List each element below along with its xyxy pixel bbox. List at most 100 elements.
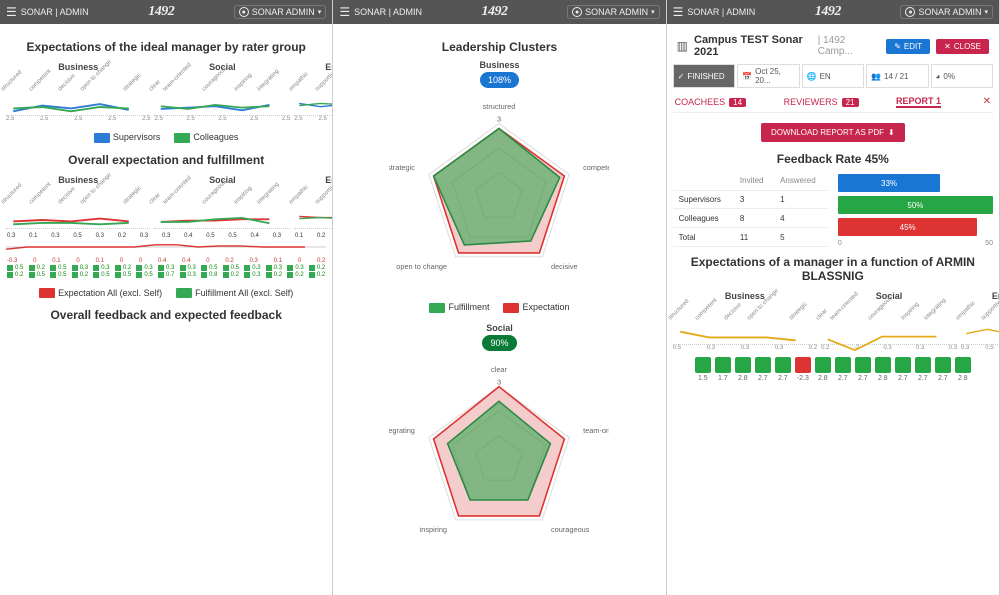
- svg-text:3: 3: [497, 114, 501, 123]
- progress-cell: ◕0%: [931, 64, 993, 88]
- user-menu[interactable]: ●SONAR ADMIN▾: [567, 5, 660, 19]
- svg-text:3: 3: [497, 377, 501, 386]
- pencil-icon: ✎: [894, 42, 901, 51]
- tabs: COACHEES14 REVIEWERS21 REPORT 1 ✕: [673, 92, 993, 113]
- user-icon: ●: [905, 7, 915, 17]
- user-label: SONAR ADMIN: [252, 7, 315, 17]
- left-section3-title: Overall feedback and expected feedback: [6, 308, 326, 322]
- count-cell: 👥14 / 21: [866, 64, 928, 88]
- download-pdf-button[interactable]: DOWNLOAD REPORT AS PDF⬇: [761, 123, 905, 142]
- swatch-expectation: [39, 288, 55, 298]
- logo: 1492: [815, 4, 841, 20]
- edit-button[interactable]: ✎EDIT: [886, 39, 930, 54]
- panel-center: ☰SONAR | ADMIN 1492 ●SONAR ADMIN▾ Leader…: [333, 0, 666, 595]
- right-triple: Business structuredcompetentdecisiveopen…: [673, 289, 993, 351]
- feedback-block: InvitedAnswered Supervisors31 Colleagues…: [673, 172, 993, 247]
- badge-business: 108%: [480, 72, 519, 88]
- svg-text:decisive: decisive: [551, 262, 578, 271]
- sq-row: 1.51.72.82.72.7-2.32.82.72.72.82.72.72.7…: [673, 357, 993, 382]
- hbar-colleagues: 50%: [838, 196, 993, 214]
- legend-2: Expectation All (excl. Self) Fulfillment…: [6, 288, 326, 299]
- calendar-icon: 📅: [742, 72, 752, 81]
- brand-label: SONAR | ADMIN: [21, 7, 89, 17]
- tab-reviewers[interactable]: REVIEWERS21: [784, 96, 859, 108]
- folder-icon: ▥: [677, 39, 688, 53]
- page-subtitle: | 1492 Camp...: [818, 35, 875, 57]
- svg-text:clear: clear: [492, 364, 509, 373]
- tab-report1[interactable]: REPORT 1: [896, 96, 941, 108]
- swatch-expectation: [503, 303, 519, 313]
- user-icon: ●: [239, 7, 249, 17]
- svg-text:strategic: strategic: [389, 163, 415, 172]
- hamburger-icon[interactable]: ☰: [6, 5, 17, 19]
- check-icon: ✓: [678, 72, 685, 81]
- hbar-total: 45%: [838, 218, 978, 236]
- swatch-supervisors: [94, 133, 110, 143]
- table-row: Supervisors31: [673, 190, 828, 209]
- people-icon: 👥: [871, 72, 881, 81]
- feedback-title: Feedback Rate 45%: [673, 152, 993, 166]
- mini-chart-social: Social clearteam-orientedcourageousinspi…: [154, 60, 290, 122]
- topbar: ☰SONAR | ADMIN 1492 ●SONAR ADMIN▾: [333, 0, 665, 24]
- date-cell[interactable]: 📅Oct 25, 20...: [737, 64, 799, 88]
- svg-text:team-oriented: team-oriented: [584, 426, 610, 435]
- mini-chart-business: Business structuredcompetentdecisiveopen…: [6, 60, 150, 122]
- badge: 14: [729, 98, 746, 107]
- user-menu[interactable]: ● SONAR ADMIN ▾: [234, 5, 327, 19]
- lang-cell[interactable]: 🌐EN: [802, 64, 864, 88]
- feedback-table: InvitedAnswered Supervisors31 Colleagues…: [673, 172, 828, 247]
- logo: 1492: [482, 4, 508, 20]
- tab-close-icon[interactable]: ✕: [983, 96, 991, 108]
- left-triple-top: Business structuredcompetentdecisiveopen…: [6, 60, 326, 122]
- axis-labels: structuredcompetentdecisiveopen to chang…: [6, 76, 150, 94]
- chevron-down-icon: ▾: [984, 8, 988, 16]
- right-section2: Expectations of a manager in a function …: [673, 255, 993, 283]
- left-section2-title: Overall expectation and fulfillment: [6, 153, 326, 167]
- close-icon: ✕: [944, 42, 951, 51]
- mini-chart-emotional: Emotional empathicsupportiveopenself-awa…: [294, 60, 332, 122]
- left-section1-title: Expectations of the ideal manager by rat…: [6, 40, 326, 54]
- panel-right: ☰SONAR | ADMIN 1492 ●SONAR ADMIN▾ ▥ Camp…: [667, 0, 1000, 595]
- svg-text:structured: structured: [483, 102, 516, 111]
- axis-x: 050: [838, 240, 993, 247]
- grid-green-2: 0.20.50.50.20.50.50.50.70.30.80.20.30.20…: [6, 272, 326, 278]
- radar-social: Social 90% clearteam-orientedcourageousi…: [339, 323, 659, 555]
- badge: 21: [842, 98, 859, 107]
- table-row: Colleagues84: [673, 209, 828, 228]
- chevron-down-icon: ▾: [318, 8, 322, 16]
- page-title: Campus TEST Sonar 2021: [694, 34, 812, 58]
- chevron-down-icon: ▾: [651, 8, 655, 16]
- meta-row: ✓FINISHED 📅Oct 25, 20... 🌐EN 👥14 / 21 ◕0…: [673, 64, 993, 88]
- swatch-colleagues: [174, 133, 190, 143]
- topbar: ☰ SONAR | ADMIN 1492 ● SONAR ADMIN ▾: [0, 0, 332, 24]
- user-menu[interactable]: ●SONAR ADMIN▾: [900, 5, 993, 19]
- left-triple-mid: Business structuredcompetentdecisiveopen…: [6, 173, 326, 229]
- close-button[interactable]: ✕CLOSE: [936, 39, 989, 54]
- svg-text:inspiring: inspiring: [420, 524, 447, 533]
- logo: 1492: [148, 4, 174, 20]
- svg-text:open to change: open to change: [397, 262, 448, 271]
- table-row: Total115: [673, 228, 828, 247]
- topbar: ☰SONAR | ADMIN 1492 ●SONAR ADMIN▾: [667, 0, 999, 24]
- globe-icon: 🌐: [807, 72, 817, 81]
- radar-business: Business 108% structuredcompetentdecisiv…: [339, 60, 659, 292]
- hamburger-icon[interactable]: ☰: [339, 5, 350, 19]
- svg-text:competent: competent: [584, 163, 610, 172]
- row-vals-neg: -0.300.100.1000.40.400.20.30.100.2: [6, 258, 326, 264]
- panel-left: ☰ SONAR | ADMIN 1492 ● SONAR ADMIN ▾ Exp…: [0, 0, 333, 595]
- hbar-supervisors: 33%: [838, 174, 940, 192]
- grid-green-1: 0.50.20.50.30.30.20.30.30.30.50.50.30.30…: [6, 265, 326, 271]
- swatch-fulfillment: [429, 303, 445, 313]
- svg-text:courageous: courageous: [551, 524, 590, 533]
- radar-chart-social: clear team-oriented courageous inspiring int…: [389, 355, 609, 555]
- swatch-fulfillment: [176, 288, 192, 298]
- user-icon: ●: [572, 7, 582, 17]
- tab-coachees[interactable]: COACHEES14: [675, 96, 746, 108]
- svg-text:integrating: integrating: [389, 426, 415, 435]
- radar-chart-business: structured competent decisive open to chang…: [389, 92, 609, 292]
- download-icon: ⬇: [888, 128, 895, 137]
- page-titlebar: ▥ Campus TEST Sonar 2021 | 1492 Camp... …: [673, 32, 993, 60]
- radar-legend: Fulfillment Expectation: [339, 302, 659, 313]
- hamburger-icon[interactable]: ☰: [673, 5, 684, 19]
- legend-1: Supervisors Colleagues: [6, 132, 326, 143]
